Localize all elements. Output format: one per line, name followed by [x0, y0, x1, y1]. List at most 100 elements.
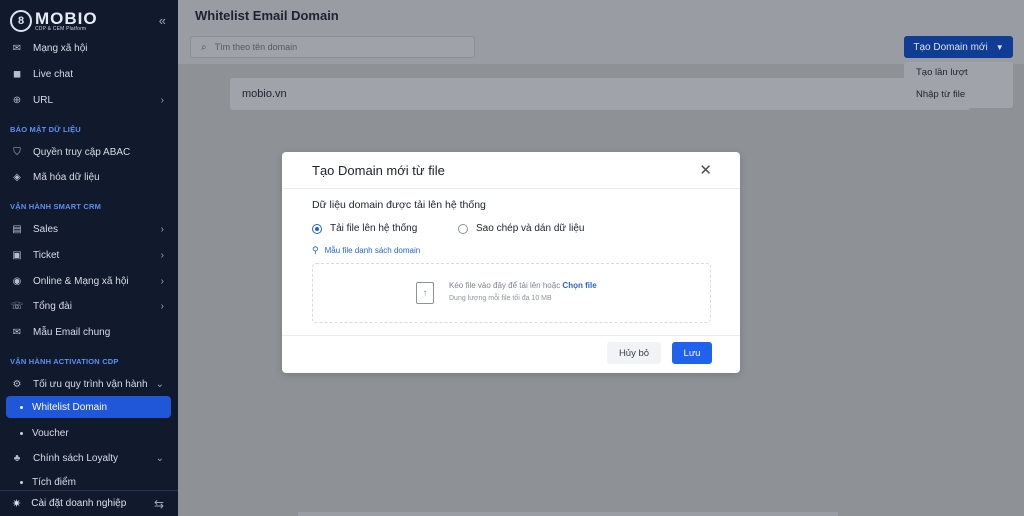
menu-item-create-one[interactable]: Tạo lần lượt: [904, 62, 1013, 84]
chat-icon: ◼: [12, 68, 22, 80]
scrollbar[interactable]: [298, 512, 838, 516]
sidebar-item-url[interactable]: ⊕ URL ›: [0, 88, 178, 112]
gear-icon: ⚙: [12, 378, 22, 390]
menu-item-import-file[interactable]: Nhập từ file: [904, 84, 1013, 106]
sidebar-header: 8 MOBIO CDP & CEM Platform «: [0, 0, 178, 38]
modal-header: Tạo Domain mới từ file ✕: [282, 152, 740, 189]
globe-icon: ⊕: [12, 94, 22, 106]
close-icon[interactable]: ✕: [699, 161, 712, 179]
chevron-right-icon: ›: [160, 249, 164, 261]
page-header: Whitelist Email Domain ⌕ Tìm theo tên do…: [178, 0, 1024, 64]
field-label: Dữ liệu domain được tải lên hệ thống: [312, 199, 486, 211]
file-dropzone[interactable]: ↑ Kéo file vào đây để tải lên hoặc Chọn …: [312, 263, 711, 323]
sidebar-footer-settings[interactable]: ✷ Cài đặt doanh nghiệp ⇆: [0, 490, 178, 516]
sidebar-item-label: Live chat: [33, 68, 74, 80]
modal-body: Dữ liệu domain được tải lên hệ thống Tải…: [282, 189, 740, 335]
sidebar-item-label: Chính sách Loyalty: [33, 452, 119, 464]
chevron-right-icon: ›: [160, 94, 164, 106]
sidebar-item-optimize[interactable]: ⚙ Tối ưu quy trình vận hành ⌄: [0, 372, 178, 396]
save-button[interactable]: Lưu: [672, 342, 712, 364]
megaphone-icon: ✉: [12, 42, 22, 54]
sidebar-item-label: Whitelist Domain: [32, 401, 108, 413]
sidebar-item-loyalty[interactable]: ♣ Chính sách Loyalty ⌄: [0, 446, 178, 470]
loyalty-icon: ♣: [13, 452, 21, 464]
phone-icon: ☏: [10, 300, 24, 312]
search-icon: ⌕: [201, 41, 207, 53]
sidebar-item-social[interactable]: ✉ Mạng xã hội: [0, 36, 178, 60]
search-input[interactable]: ⌕ Tìm theo tên domain: [190, 36, 475, 58]
swap-icon[interactable]: ⇆: [154, 497, 164, 511]
sidebar-item-label: Mạng xã hội: [33, 42, 88, 54]
sidebar-item-voucher[interactable]: Voucher: [0, 421, 178, 445]
sidebar-item-label: URL: [33, 94, 54, 106]
sales-icon: ▤: [12, 223, 22, 235]
section-security: BẢO MẬT DỮ LIỆU: [10, 125, 81, 134]
sidebar-item-ticket[interactable]: ▣ Ticket ›: [0, 243, 178, 267]
sidebar-item-label: Tích điểm: [32, 476, 76, 488]
logo-word: MOBIO: [35, 9, 98, 28]
template-file-link[interactable]: ⚲ Mẫu file danh sách domain: [312, 245, 420, 256]
section-crm: VẬN HÀNH SMART CRM: [10, 202, 102, 211]
chevron-right-icon: ›: [160, 300, 164, 312]
dropzone-text: Kéo file vào đây để tải lên hoặc Chọn fi…: [449, 281, 597, 290]
sidebar-item-label: Mã hóa dữ liệu: [33, 171, 100, 183]
radio-upload-file[interactable]: Tải file lên hệ thống: [312, 223, 417, 234]
sidebar-item-call-center[interactable]: ☏ Tổng đài ›: [0, 294, 178, 318]
create-dropdown-menu: Tạo lần lượt Nhập từ file: [904, 62, 1013, 108]
upload-file-icon: ↑: [416, 282, 434, 304]
caret-down-icon: ▼: [995, 42, 1004, 52]
sidebar-item-whitelist-domain[interactable]: Whitelist Domain: [6, 396, 171, 418]
template-link-label: Mẫu file danh sách domain: [324, 246, 421, 255]
chevron-down-icon: ⌄: [155, 378, 164, 390]
radio-paste-data[interactable]: Sao chép và dán dữ liệu: [458, 223, 584, 234]
chevron-right-icon: ›: [160, 223, 164, 235]
settings-icon: ✷: [12, 498, 22, 510]
logo[interactable]: 8 MOBIO CDP & CEM Platform: [10, 10, 98, 32]
sidebar-item-live-chat[interactable]: ◼ Live chat: [0, 62, 178, 86]
table-row[interactable]: mobio.vn: [230, 78, 970, 110]
bullet-icon: [20, 405, 23, 409]
chevron-right-icon: ›: [160, 275, 164, 287]
radio-label: Tải file lên hệ thống: [330, 223, 418, 234]
layers-icon: ◈: [13, 171, 21, 183]
sidebar-item-label: Tổng đài: [33, 300, 72, 312]
social-icon: ◉: [12, 275, 22, 287]
modal-footer: Hủy bỏ Lưu: [282, 335, 740, 373]
radio-unchecked-icon: [458, 223, 468, 234]
choose-file-link[interactable]: Chọn file: [562, 281, 596, 290]
sidebar: 8 MOBIO CDP & CEM Platform « ✉ Mạng xã h…: [0, 0, 178, 516]
mail-icon: ✉: [12, 326, 22, 338]
modal-title: Tạo Domain mới từ file: [312, 163, 445, 178]
radio-checked-icon: [312, 223, 322, 234]
collapse-sidebar-icon[interactable]: «: [159, 13, 166, 28]
radio-label: Sao chép và dán dữ liệu: [476, 223, 585, 234]
sidebar-item-label: Ticket: [33, 249, 60, 261]
page-title: Whitelist Email Domain: [195, 8, 339, 23]
paperclip-icon: ⚲: [312, 245, 319, 255]
import-domain-modal: Tạo Domain mới từ file ✕ Dữ liệu domain …: [282, 152, 740, 373]
ticket-icon: ▣: [12, 249, 22, 261]
sidebar-item-label: Sales: [33, 223, 59, 235]
section-cdp: VẬN HÀNH ACTIVATION CDP: [10, 357, 119, 366]
logo-mark-icon: 8: [10, 10, 32, 32]
sidebar-item-encryption[interactable]: ◈ Mã hóa dữ liệu: [0, 165, 178, 189]
bullet-icon: [20, 431, 23, 435]
search-placeholder: Tìm theo tên domain: [214, 42, 298, 52]
create-domain-label: Tạo Domain mới: [913, 41, 988, 53]
sidebar-item-online-social[interactable]: ◉ Online & Mạng xã hội ›: [0, 269, 178, 293]
sidebar-item-label: Quyền truy cập ABAC: [33, 146, 131, 158]
domain-name: mobio.vn: [242, 88, 287, 100]
footer-label: Cài đặt doanh nghiệp: [31, 498, 127, 509]
sidebar-item-email-template[interactable]: ✉ Mẫu Email chung: [0, 320, 178, 344]
cancel-button[interactable]: Hủy bỏ: [607, 342, 661, 364]
sidebar-item-label: Voucher: [32, 427, 69, 439]
sidebar-item-label: Mẫu Email chung: [33, 326, 111, 338]
sidebar-item-sales[interactable]: ▤ Sales ›: [0, 217, 178, 241]
dropzone-limit: Dung lượng mỗi file tối đa 10 MB: [449, 295, 552, 302]
bullet-icon: [20, 480, 23, 484]
create-domain-button[interactable]: Tạo Domain mới ▼: [904, 36, 1013, 58]
sidebar-item-abac[interactable]: ⛉ Quyền truy cập ABAC: [0, 140, 178, 164]
sidebar-item-label: Online & Mạng xã hội: [33, 275, 129, 287]
chevron-down-icon: ⌄: [155, 452, 164, 464]
shield-icon: ⛉: [13, 146, 21, 158]
